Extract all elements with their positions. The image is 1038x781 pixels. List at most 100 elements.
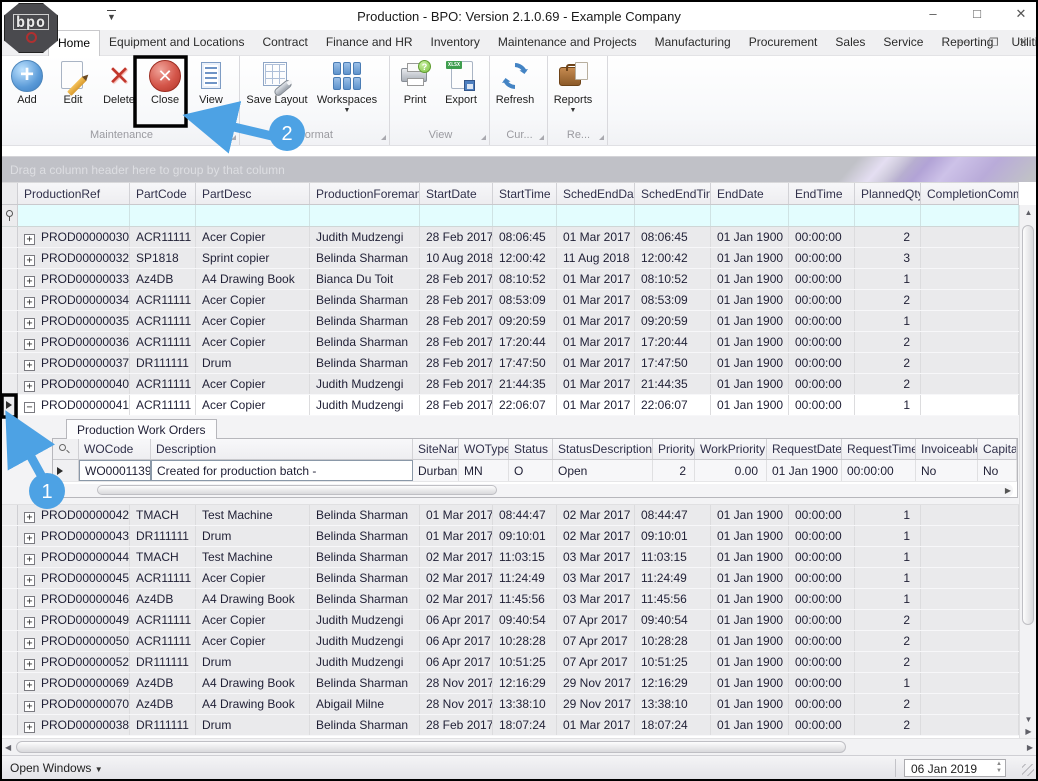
grid-cell[interactable]: [921, 673, 1019, 693]
table-row[interactable]: +PROD00000049ACR11111Acer CopierJudith M…: [2, 610, 1019, 631]
row-indicator-cell[interactable]: [2, 353, 18, 373]
grid-cell[interactable]: Acer Copier: [196, 227, 310, 247]
dialog-launcher-icon[interactable]: [481, 135, 486, 140]
grid-cell[interactable]: 08:53:09: [635, 290, 711, 310]
horizontal-scrollbar-thumb[interactable]: [16, 741, 846, 753]
expand-expand-icon[interactable]: +: [24, 255, 35, 266]
grid-cell[interactable]: 03 Mar 2017: [557, 589, 635, 609]
view-button[interactable]: View: [188, 58, 234, 124]
expand-expand-icon[interactable]: +: [24, 339, 35, 350]
grid-cell[interactable]: 01 Mar 2017: [557, 353, 635, 373]
grid-cell[interactable]: A4 Drawing Book: [196, 694, 310, 714]
grid-cell[interactable]: 08:44:47: [493, 505, 557, 525]
column-header-endtime[interactable]: EndTime: [789, 183, 855, 204]
grid-cell[interactable]: +PROD00000050: [18, 631, 130, 651]
grid-cell[interactable]: 21:44:35: [635, 374, 711, 394]
row-indicator-cell[interactable]: [2, 694, 18, 714]
table-row[interactable]: +PROD00000044TMACHTest MachineBelinda Sh…: [2, 547, 1019, 568]
tab-manufacturing[interactable]: Manufacturing: [646, 30, 740, 56]
grid-cell[interactable]: 01 Jan 1900: [711, 395, 789, 415]
row-indicator-cell[interactable]: [2, 547, 18, 567]
grid-cell[interactable]: Belinda Sharman: [310, 589, 420, 609]
table-row[interactable]: −PROD00000041ACR11111Acer CopierJudith M…: [2, 395, 1019, 416]
grid-cell[interactable]: 02 Mar 2017: [557, 526, 635, 546]
expand-expand-icon[interactable]: +: [24, 381, 35, 392]
grid-cell[interactable]: [921, 353, 1019, 373]
open-windows-button[interactable]: Open Windows ▼: [10, 761, 103, 775]
row-indicator-cell[interactable]: [2, 652, 18, 672]
grid-cell[interactable]: 21:44:35: [493, 374, 557, 394]
grid-cell[interactable]: 12:16:29: [493, 673, 557, 693]
grid-cell[interactable]: TMACH: [130, 505, 196, 525]
filter-cell-plannedqty[interactable]: [855, 205, 921, 226]
grid-cell[interactable]: Bianca Du Toit: [310, 269, 420, 289]
table-row[interactable]: +PROD00000052DR111111DrumJudith Mudzengi…: [2, 652, 1019, 673]
grid-cell[interactable]: 01 Jan 1900: [711, 269, 789, 289]
grid-cell[interactable]: 00:00:00: [789, 311, 855, 331]
vertical-scrollbar[interactable]: ▲ ▼ ▶: [1019, 205, 1036, 738]
grid-cell[interactable]: Judith Mudzengi: [310, 374, 420, 394]
table-row[interactable]: +PROD00000050ACR11111Acer CopierJudith M…: [2, 631, 1019, 652]
grid-cell[interactable]: Acer Copier: [196, 395, 310, 415]
grid-cell[interactable]: 00:00:00: [789, 547, 855, 567]
expand-expand-icon[interactable]: +: [24, 617, 35, 628]
grid-cell[interactable]: 00:00:00: [789, 694, 855, 714]
grid-cell[interactable]: 2: [855, 227, 921, 247]
detail-column-header-invoiceable[interactable]: Invoiceable: [916, 439, 978, 459]
detail-row-indicator[interactable]: [53, 460, 79, 481]
detail-scrollbar-thumb[interactable]: [97, 485, 497, 495]
expand-expand-icon[interactable]: +: [24, 638, 35, 649]
detail-column-header-workpriority[interactable]: WorkPriority: [695, 439, 767, 459]
grid-cell[interactable]: 02 Mar 2017: [420, 568, 493, 588]
row-indicator-cell[interactable]: [2, 269, 18, 289]
grid-cell[interactable]: +PROD00000070: [18, 694, 130, 714]
grid-cell[interactable]: ACR11111: [130, 311, 196, 331]
grid-cell[interactable]: A4 Drawing Book: [196, 269, 310, 289]
row-indicator-cell[interactable]: [2, 505, 18, 525]
grid-cell[interactable]: 2: [855, 694, 921, 714]
grid-cell[interactable]: 28 Feb 2017: [420, 227, 493, 247]
grid-cell[interactable]: [921, 610, 1019, 630]
grid-cell[interactable]: −PROD00000041: [18, 395, 130, 415]
table-row[interactable]: +PROD00000046Az4DBA4 Drawing BookBelinda…: [2, 589, 1019, 610]
grid-cell[interactable]: [921, 631, 1019, 651]
window-minimize-icon[interactable]: –: [924, 6, 942, 22]
grid-cell[interactable]: 03 Mar 2017: [557, 568, 635, 588]
grid-cell[interactable]: 22:06:07: [493, 395, 557, 415]
dialog-launcher-icon[interactable]: [599, 135, 604, 140]
grid-cell[interactable]: +PROD00000033: [18, 269, 130, 289]
grid-cell[interactable]: 00:00:00: [789, 248, 855, 268]
save-layout-button[interactable]: Save Layout: [242, 58, 312, 124]
table-row[interactable]: +PROD00000030ACR11111Acer CopierJudith M…: [2, 227, 1019, 248]
grid-cell[interactable]: 1: [855, 526, 921, 546]
detail-grid-cell[interactable]: No: [978, 460, 1017, 481]
bpo-logo-icon[interactable]: bpo: [4, 3, 58, 53]
detail-grid-cell[interactable]: Durban: [413, 460, 459, 481]
grid-cell[interactable]: [921, 311, 1019, 331]
filter-cell-schedenddate[interactable]: [557, 205, 635, 226]
grid-cell[interactable]: 01 Jan 1900: [711, 227, 789, 247]
column-header-productionref[interactable]: ProductionRef: [18, 183, 130, 204]
grid-cell[interactable]: A4 Drawing Book: [196, 589, 310, 609]
grid-cell[interactable]: [921, 505, 1019, 525]
grid-cell[interactable]: 01 Mar 2017: [420, 526, 493, 546]
grid-cell[interactable]: 01 Jan 1900: [711, 673, 789, 693]
scroll-right-icon[interactable]: ▶: [1005, 486, 1011, 495]
grid-cell[interactable]: [921, 332, 1019, 352]
grid-cell[interactable]: 00:00:00: [789, 332, 855, 352]
export-button[interactable]: XLSXExport: [438, 58, 484, 124]
row-indicator-cell[interactable]: [2, 715, 18, 735]
table-row[interactable]: +PROD00000037DR111111DrumBelinda Sharman…: [2, 353, 1019, 374]
grid-cell[interactable]: Acer Copier: [196, 311, 310, 331]
grid-cell[interactable]: 12:00:42: [493, 248, 557, 268]
grid-cell[interactable]: +PROD00000040: [18, 374, 130, 394]
scroll-right-icon[interactable]: ▶: [1027, 743, 1033, 752]
grid-cell[interactable]: Acer Copier: [196, 631, 310, 651]
table-row[interactable]: +PROD00000036ACR11111Acer CopierBelinda …: [2, 332, 1019, 353]
grid-cell[interactable]: 00:00:00: [789, 589, 855, 609]
grid-cell[interactable]: ACR11111: [130, 374, 196, 394]
expand-expand-icon[interactable]: +: [24, 680, 35, 691]
grid-cell[interactable]: Judith Mudzengi: [310, 395, 420, 415]
grid-cell[interactable]: 22:06:07: [635, 395, 711, 415]
grid-cell[interactable]: 06 Apr 2017: [420, 631, 493, 651]
